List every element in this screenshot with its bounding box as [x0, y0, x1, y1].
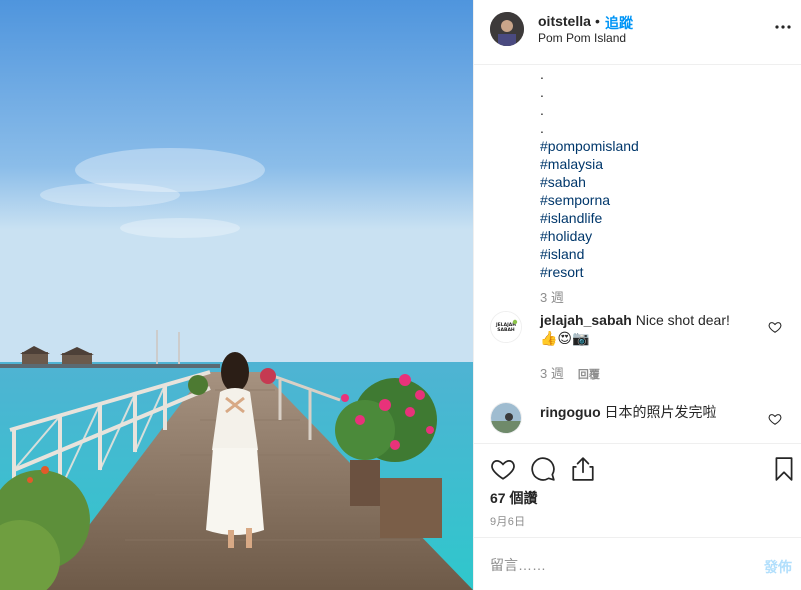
- caption-age[interactable]: 3 週: [540, 290, 564, 305]
- hashtag-link[interactable]: #resort: [540, 263, 639, 281]
- comment-meta: 3 週 回覆: [540, 363, 600, 382]
- like-heart-icon[interactable]: [490, 456, 516, 482]
- author-avatar[interactable]: [490, 12, 524, 46]
- post-caption: . . . . #pompomisland #malaysia #sabah #…: [540, 65, 639, 281]
- more-options-icon[interactable]: [774, 18, 792, 36]
- logo-text: SABAH: [497, 327, 515, 333]
- hashtag-link[interactable]: #islandlife: [540, 209, 639, 227]
- hashtag-link[interactable]: #semporna: [540, 191, 639, 209]
- likes-count[interactable]: 67 個讚: [490, 488, 537, 508]
- comment-like-icon[interactable]: [768, 320, 782, 334]
- hashtag-link[interactable]: #pompomisland: [540, 137, 639, 155]
- follow-button[interactable]: 追蹤: [605, 13, 633, 33]
- jelajah-sabah-logo: JELAJAH SABAH: [491, 312, 521, 342]
- post-photo[interactable]: [0, 0, 473, 590]
- hashtag-link[interactable]: #island: [540, 245, 639, 263]
- comment-body: ringoguo 日本的照片发完啦: [540, 403, 765, 421]
- hashtag-link[interactable]: #malaysia: [540, 155, 639, 173]
- comment-age[interactable]: 3 週: [540, 366, 564, 381]
- photo-illustration: [0, 0, 473, 590]
- comment-text: Nice shot dear!: [635, 312, 730, 328]
- avatar-image: [490, 12, 524, 46]
- comment-like-icon[interactable]: [768, 412, 782, 426]
- comment-username[interactable]: ringoguo: [540, 404, 601, 420]
- hashtag-link[interactable]: #sabah: [540, 173, 639, 191]
- caption-dot: .: [540, 102, 544, 118]
- comment-username[interactable]: jelajah_sabah: [540, 312, 632, 328]
- share-icon[interactable]: [570, 456, 596, 482]
- caption-dot: .: [540, 120, 544, 136]
- comment-input[interactable]: [490, 554, 730, 576]
- hashtag-link[interactable]: #holiday: [540, 227, 639, 245]
- caption-meta: 3 週: [540, 287, 564, 306]
- instagram-post-view: oitstella • 追蹤 Pom Pom Island . . . . #p…: [0, 0, 801, 590]
- comment-body: jelajah_sabah Nice shot dear! 👍😍📷: [540, 311, 765, 347]
- reply-button[interactable]: 回覆: [578, 369, 600, 381]
- comment-bubble-icon[interactable]: [530, 456, 556, 482]
- post-date[interactable]: 9月6日: [490, 513, 525, 529]
- comments-list[interactable]: . . . . #pompomisland #malaysia #sabah #…: [474, 65, 801, 443]
- post-header: oitstella • 追蹤 Pom Pom Island: [474, 0, 801, 65]
- comment-text: 日本的照片发完啦: [604, 404, 717, 420]
- author-username[interactable]: oitstella: [538, 13, 591, 29]
- post-sidebar: oitstella • 追蹤 Pom Pom Island . . . . #p…: [473, 0, 801, 590]
- comment-composer: 發佈: [474, 537, 801, 590]
- comment-emoji: 👍😍📷: [540, 330, 590, 346]
- bookmark-icon[interactable]: [771, 456, 797, 482]
- post-location[interactable]: Pom Pom Island: [538, 31, 626, 45]
- caption-dot: .: [540, 66, 544, 82]
- avatar-image: [491, 403, 521, 433]
- commenter-avatar[interactable]: [490, 402, 522, 434]
- caption-dot: .: [540, 84, 544, 100]
- separator-dot: •: [595, 13, 600, 29]
- post-comment-button[interactable]: 發佈: [764, 557, 792, 577]
- commenter-avatar[interactable]: JELAJAH SABAH: [490, 311, 522, 343]
